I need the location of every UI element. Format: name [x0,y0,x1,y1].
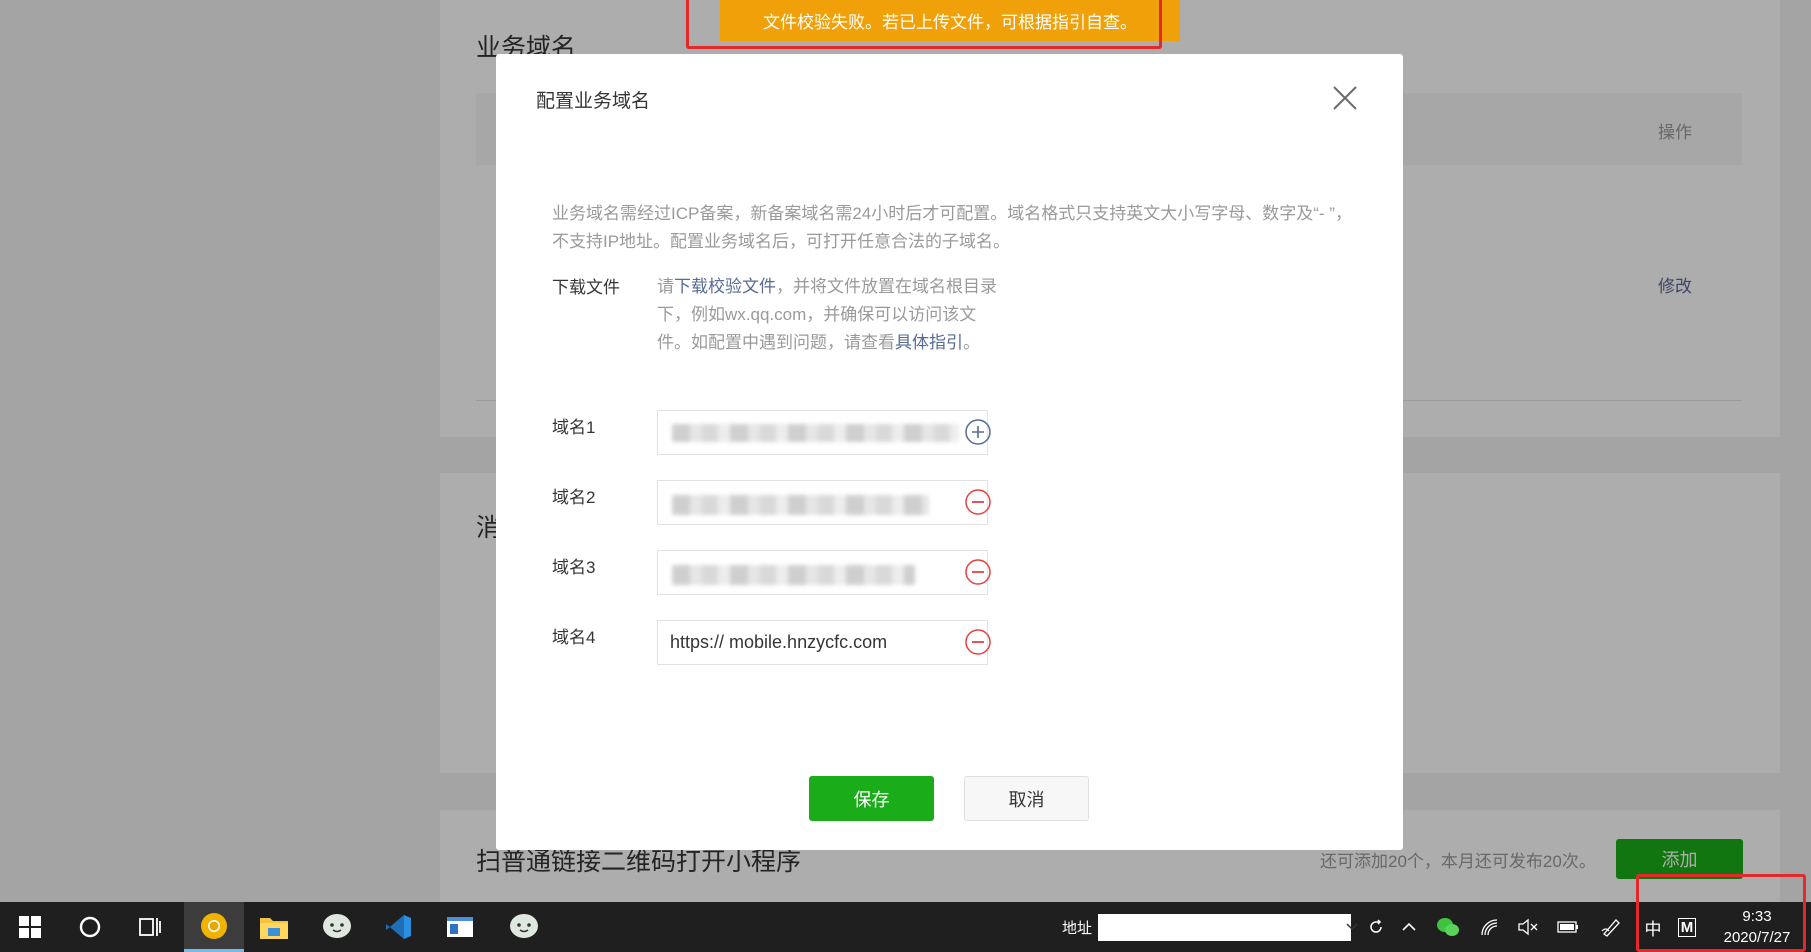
file-explorer-icon[interactable] [244,902,304,952]
vscode-icon[interactable] [368,902,428,952]
address-dropdown-icon[interactable] [1344,902,1360,952]
domain-input-3[interactable] [657,550,988,595]
wechat-devtools-icon-2[interactable] [494,902,554,952]
toast-highlight-outline [686,0,1162,49]
wechat-devtools-icon[interactable] [307,902,367,952]
dialog-description: 业务域名需经过ICP备案，新备案域名需24小时后才可配置。域名格式只支持英文大小… [552,204,1352,251]
domain-label-4: 域名4 [552,628,596,647]
domain-label-1: 域名1 [552,418,596,437]
remove-domain-icon[interactable] [965,629,991,655]
blurred-text [672,565,915,585]
guide-link[interactable]: 具体指引 [895,333,963,352]
address-toolbar-input[interactable] [1098,914,1351,941]
cortana-search-icon[interactable] [60,902,120,952]
cancel-button[interactable]: 取消 [964,776,1089,821]
blurred-text [672,495,929,515]
remove-domain-icon[interactable] [965,489,991,515]
chevron-up-icon[interactable] [1394,902,1424,952]
download-instructions: 请下载校验文件，并将文件放置在域名根目录下，例如wx.qq.com，并确保可以访… [657,273,1002,357]
domain-label-2: 域名2 [552,488,596,507]
save-button[interactable]: 保存 [809,776,934,821]
task-view-icon[interactable] [120,902,180,952]
close-icon[interactable] [1329,82,1361,114]
wechat-icon[interactable] [1432,902,1464,952]
configure-domain-dialog: 配置业务域名 业务域名需经过ICP备案，新备案域名需24小时后才可配置。域名格式… [496,54,1403,850]
download-label: 下载文件 [552,278,620,297]
windows-taskbar: 地址 中 M 9:33 2020/7/27 [0,902,1811,952]
domain-label-3: 域名3 [552,558,596,577]
blurred-text [672,424,959,442]
domain-input-2[interactable] [657,480,988,525]
windows-start-icon[interactable] [0,902,60,952]
battery-icon[interactable] [1552,902,1584,952]
volume-muted-icon[interactable] [1512,902,1544,952]
download-verification-file-link[interactable]: 下载校验文件 [674,277,776,296]
tray-highlight-outline [1636,874,1806,952]
download-text-suffix: 。 [963,333,980,352]
pen-workspace-icon[interactable] [1596,902,1628,952]
dialog-title: 配置业务域名 [536,91,651,112]
domain-input-4[interactable]: https:// mobile.hnzycfc.com [657,620,988,665]
add-domain-icon[interactable] [965,419,991,445]
domain-input-1[interactable] [657,410,988,455]
address-label: 地址 [1062,920,1093,937]
chrome-icon[interactable] [184,902,244,952]
window-app-icon[interactable] [430,902,490,952]
download-text-prefix: 请 [657,277,674,296]
refresh-icon[interactable] [1364,902,1388,952]
network-icon[interactable] [1474,902,1506,952]
remove-domain-icon[interactable] [965,559,991,585]
